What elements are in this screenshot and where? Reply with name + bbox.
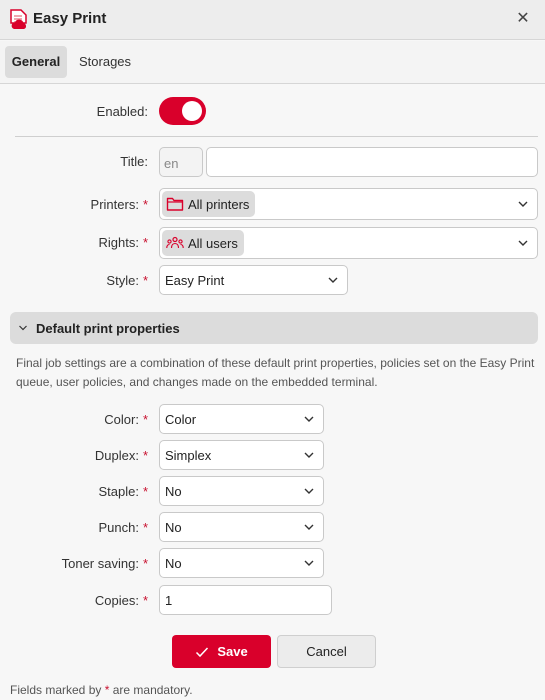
required-mark: * [142,556,148,571]
tab-storages[interactable]: Storages [73,46,137,78]
chevron-down-icon [19,325,27,331]
toner-saving-label: Toner saving: * [62,556,148,571]
close-button[interactable]: ✕ [513,8,533,30]
cancel-button[interactable]: Cancel [277,635,376,668]
window-title: Easy Print [33,10,107,27]
toner-saving-value: No [165,555,182,571]
title-bar: Easy Print ✕ [0,0,545,40]
printers-chip[interactable]: All printers [162,191,256,217]
enabled-label: Enabled: [96,104,148,119]
tab-bar: General Storages [0,41,545,84]
copies-input[interactable]: 1 [159,585,332,615]
default-print-properties-header[interactable]: Default print properties [10,312,538,344]
required-mark: * [142,273,148,288]
note-suffix: are mandatory. [112,683,193,697]
rights-chip[interactable]: All users [162,230,244,256]
rights-select[interactable]: All users [159,227,538,259]
staple-select[interactable]: No [159,476,324,506]
punch-label-text: Punch: [98,520,139,535]
section-description: Final job settings are a combination of … [16,356,535,389]
color-label: Color: * [104,412,148,427]
print-document-cloud-icon [10,9,27,29]
close-icon: ✕ [516,10,530,27]
toggle-knob [182,101,202,121]
duplex-select[interactable]: Simplex [159,440,324,470]
chevron-down-icon [304,560,314,566]
enabled-toggle[interactable] [159,97,206,125]
section-title: Default print properties [36,320,180,336]
title-input[interactable] [206,147,538,177]
required-mark: * [142,484,148,499]
chevron-down-icon [518,201,528,207]
required-mark: * [142,412,148,427]
required-mark: * [142,448,148,463]
save-button[interactable]: Save [172,635,271,668]
printers-select[interactable]: All printers [159,188,538,220]
rights-label: Rights: * [98,235,148,250]
punch-value: No [165,519,182,535]
toner-saving-label-text: Toner saving: [61,556,139,571]
duplex-label-text: Duplex: [94,448,139,463]
staple-label-text: Staple: [98,484,139,499]
punch-label: Punch: * [98,520,148,535]
folder-icon [166,197,184,211]
style-value: Easy Print [165,272,225,288]
required-mark: * [142,593,148,608]
tab-general[interactable]: General [5,46,67,78]
copies-value: 1 [165,592,173,608]
printers-chip-label: All printers [188,196,250,212]
punch-select[interactable]: No [159,512,324,542]
required-mark: * [142,520,148,535]
chevron-down-icon [304,452,314,458]
required-mark: * [104,683,110,697]
color-label-text: Color: [104,412,139,427]
required-mark: * [142,197,148,212]
chevron-down-icon [518,240,528,246]
chevron-down-icon [304,416,314,422]
style-select[interactable]: Easy Print [159,265,348,295]
chevron-down-icon [304,488,314,494]
mandatory-note: Fields marked by * are mandatory. [10,683,193,697]
staple-label: Staple: * [98,484,148,499]
printers-label: Printers: * [91,197,148,212]
staple-value: No [165,483,182,499]
rights-chip-label: All users [188,235,238,251]
chevron-down-icon [304,524,314,530]
check-icon [196,646,209,657]
color-value: Color [165,411,197,427]
style-label: Style: * [106,273,148,288]
divider [15,136,538,137]
rights-label-text: Rights: [98,235,139,250]
note-prefix: Fields marked by [10,683,102,697]
required-mark: * [142,235,148,250]
style-label-text: Style: [106,273,139,288]
printers-label-text: Printers: [90,197,139,212]
duplex-label: Duplex: * [95,448,148,463]
copies-label: Copies: * [95,593,148,608]
users-group-icon [166,236,184,249]
toner-saving-select[interactable]: No [159,548,324,578]
save-label: Save [217,644,248,659]
title-label: Title: [120,154,148,169]
color-select[interactable]: Color [159,404,324,434]
copies-label-text: Copies: [94,593,139,608]
chevron-down-icon [328,277,338,283]
duplex-value: Simplex [165,447,212,463]
language-badge: en [159,147,203,177]
